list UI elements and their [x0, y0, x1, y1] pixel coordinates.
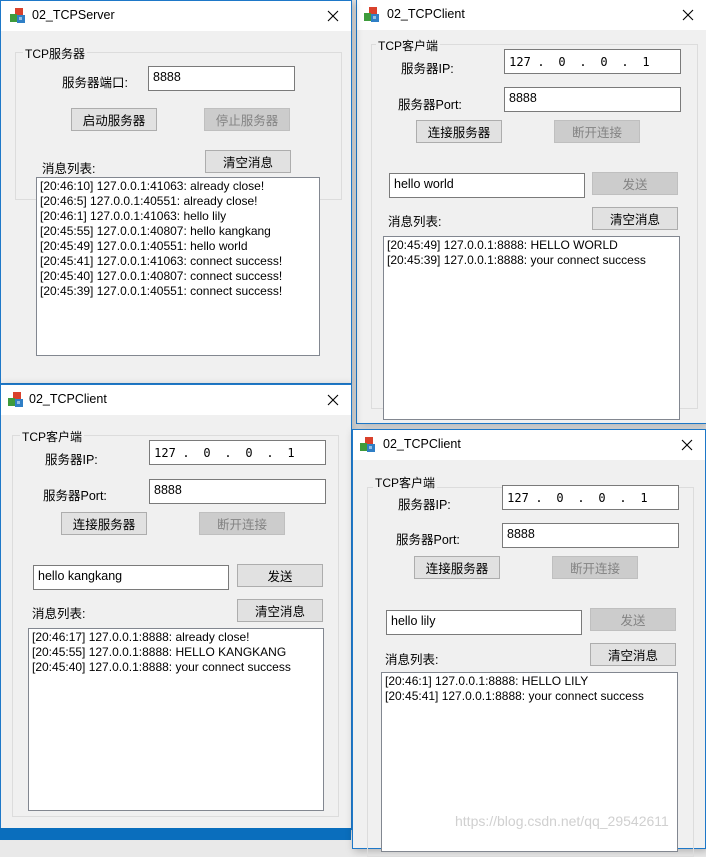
list-item[interactable]: [20:46:10] 127.0.0.1:41063: already clos…: [40, 179, 316, 194]
window-title: 02_TCPClient: [387, 7, 465, 21]
group-label: TCP客户端: [376, 37, 441, 54]
message-list[interactable]: [20:46:17] 127.0.0.1:8888: already close…: [28, 628, 324, 811]
group-label: TCP服务器: [23, 45, 88, 62]
connect-button[interactable]: 连接服务器: [61, 512, 147, 535]
title-bar[interactable]: 02_TCPClient: [1, 385, 351, 415]
list-item[interactable]: [20:45:39] 127.0.0.1:8888: your connect …: [387, 253, 676, 268]
port-label: 服务器Port:: [396, 533, 460, 547]
title-bar[interactable]: 02_TCPClient: [353, 430, 705, 460]
ip-octet[interactable]: 0: [589, 55, 619, 69]
close-button[interactable]: [315, 385, 351, 415]
send-button[interactable]: 发送: [592, 172, 678, 195]
client-window-1: 02_TCPClient TCP客户端 服务器IP: 127. 0. 0. 1 …: [356, 0, 706, 424]
title-bar[interactable]: 02_TCPServer: [1, 1, 351, 31]
ip-octet[interactable]: 127: [505, 55, 535, 69]
close-icon: [327, 10, 339, 22]
message-input[interactable]: hello world: [389, 173, 585, 198]
disconnect-button[interactable]: 断开连接: [552, 556, 638, 579]
message-list-label: 消息列表:: [32, 607, 86, 621]
message-list[interactable]: [20:45:49] 127.0.0.1:8888: HELLO WORLD [2…: [383, 236, 680, 420]
ip-label: 服务器IP:: [45, 453, 98, 467]
ip-octet[interactable]: 0: [234, 446, 264, 460]
message-input[interactable]: hello kangkang: [33, 565, 229, 590]
connect-button[interactable]: 连接服务器: [416, 120, 502, 143]
port-input[interactable]: 8888: [148, 66, 295, 91]
stop-server-button[interactable]: 停止服务器: [204, 108, 290, 131]
message-list-label: 消息列表:: [42, 162, 96, 176]
list-item[interactable]: [20:46:1] 127.0.0.1:41063: hello lily: [40, 209, 316, 224]
list-item[interactable]: [20:45:41] 127.0.0.1:8888: your connect …: [385, 689, 674, 704]
list-item[interactable]: [20:45:55] 127.0.0.1:8888: HELLO KANGKAN…: [32, 645, 320, 660]
list-item[interactable]: [20:45:40] 127.0.0.1:40807: connect succ…: [40, 269, 316, 284]
ip-address-input[interactable]: 127. 0. 0. 1: [502, 485, 679, 510]
port-label: 服务器Port:: [43, 489, 107, 503]
app-icon: [8, 392, 25, 408]
ip-octet[interactable]: 0: [545, 491, 575, 505]
close-button[interactable]: [669, 430, 705, 460]
clear-messages-button[interactable]: 清空消息: [590, 643, 676, 666]
server-window: 02_TCPServer TCP服务器 服务器端口: 8888 启动服务器 停止…: [0, 0, 352, 384]
message-list[interactable]: [20:46:10] 127.0.0.1:41063: already clos…: [36, 177, 320, 356]
list-item[interactable]: [20:46:17] 127.0.0.1:8888: already close…: [32, 630, 320, 645]
client-window-2: 02_TCPClient TCP客户端 服务器IP: 127. 0. 0. 1 …: [0, 384, 352, 830]
disconnect-button[interactable]: 断开连接: [199, 512, 285, 535]
ip-octet[interactable]: 1: [629, 491, 659, 505]
app-icon: [360, 437, 377, 453]
app-icon: [364, 7, 381, 23]
taskbar: [0, 828, 351, 840]
ip-octet[interactable]: 0: [192, 446, 222, 460]
window-title: 02_TCPClient: [383, 437, 461, 451]
list-item[interactable]: [20:46:5] 127.0.0.1:40551: already close…: [40, 194, 316, 209]
close-icon: [327, 394, 339, 406]
list-item[interactable]: [20:45:49] 127.0.0.1:40551: hello world: [40, 239, 316, 254]
ip-label: 服务器IP:: [401, 62, 454, 76]
send-button[interactable]: 发送: [590, 608, 676, 631]
list-item[interactable]: [20:45:39] 127.0.0.1:40551: connect succ…: [40, 284, 316, 299]
message-list-label: 消息列表:: [385, 653, 439, 667]
port-label: 服务器Port:: [398, 98, 462, 112]
window-title: 02_TCPClient: [29, 392, 107, 406]
ip-address-input[interactable]: 127. 0. 0. 1: [149, 440, 326, 465]
ip-label: 服务器IP:: [398, 498, 451, 512]
send-button[interactable]: 发送: [237, 564, 323, 587]
group-label: TCP客户端: [373, 474, 438, 491]
message-list-label: 消息列表:: [388, 215, 442, 229]
list-item[interactable]: [20:46:1] 127.0.0.1:8888: HELLO LILY: [385, 674, 674, 689]
close-icon: [682, 9, 694, 21]
list-item[interactable]: [20:45:55] 127.0.0.1:40807: hello kangka…: [40, 224, 316, 239]
window-title: 02_TCPServer: [32, 8, 115, 22]
clear-messages-button[interactable]: 清空消息: [205, 150, 291, 173]
list-item[interactable]: [20:45:49] 127.0.0.1:8888: HELLO WORLD: [387, 238, 676, 253]
ip-octet[interactable]: 1: [631, 55, 661, 69]
port-input[interactable]: 8888: [149, 479, 326, 504]
port-input[interactable]: 8888: [504, 87, 681, 112]
title-bar[interactable]: 02_TCPClient: [357, 0, 706, 30]
port-label: 服务器端口:: [62, 76, 128, 90]
port-input[interactable]: 8888: [502, 523, 679, 548]
close-button[interactable]: [315, 1, 351, 31]
list-item[interactable]: [20:45:41] 127.0.0.1:41063: connect succ…: [40, 254, 316, 269]
ip-octet[interactable]: 127: [150, 446, 180, 460]
ip-octet[interactable]: 127: [503, 491, 533, 505]
ip-octet[interactable]: 0: [547, 55, 577, 69]
clear-messages-button[interactable]: 清空消息: [592, 207, 678, 230]
group-label: TCP客户端: [20, 428, 85, 445]
app-icon: [10, 8, 27, 24]
ip-octet[interactable]: 0: [587, 491, 617, 505]
close-button[interactable]: [670, 0, 706, 30]
client-window-3: 02_TCPClient TCP客户端 服务器IP: 127. 0. 0. 1 …: [352, 429, 706, 857]
clear-messages-button[interactable]: 清空消息: [237, 599, 323, 622]
message-input[interactable]: hello lily: [386, 610, 582, 635]
close-icon: [681, 439, 693, 451]
disconnect-button[interactable]: 断开连接: [554, 120, 640, 143]
watermark: https://blog.csdn.net/qq_29542611: [455, 813, 669, 829]
connect-button[interactable]: 连接服务器: [414, 556, 500, 579]
start-server-button[interactable]: 启动服务器: [71, 108, 157, 131]
ip-octet[interactable]: 1: [276, 446, 306, 460]
ip-address-input[interactable]: 127. 0. 0. 1: [504, 49, 681, 74]
list-item[interactable]: [20:45:40] 127.0.0.1:8888: your connect …: [32, 660, 320, 675]
